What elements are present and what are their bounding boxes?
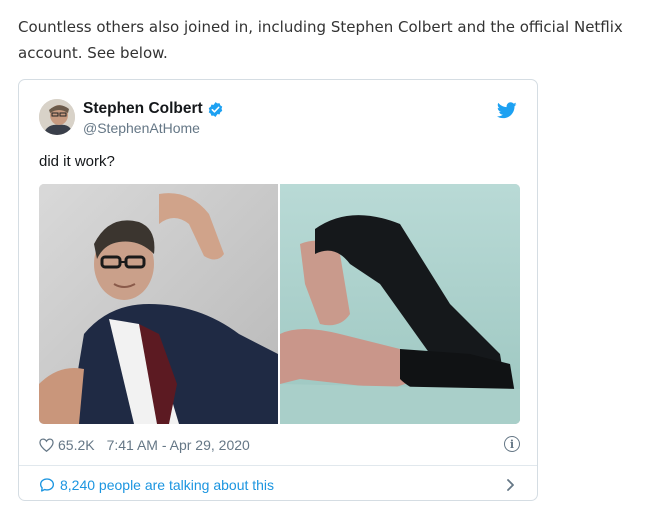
like-count[interactable]: 65.2K <box>58 437 95 453</box>
tweet-text: did it work? <box>39 153 115 170</box>
tweet-meta-row: 65.2K 7:41 AM - Apr 29, 2020 i <box>39 435 520 455</box>
talking-about-link[interactable]: 8,240 people are talking about this <box>39 475 520 495</box>
talking-about-text[interactable]: 8,240 people are talking about this <box>60 477 274 493</box>
tweet-photo-left[interactable] <box>39 184 278 424</box>
twitter-bird-icon[interactable] <box>496 102 517 119</box>
chevron-right-icon[interactable] <box>506 477 516 493</box>
avatar[interactable] <box>39 99 75 135</box>
author-handle[interactable]: @StephenAtHome <box>83 120 200 136</box>
tweet-timestamp[interactable]: 7:41 AM - Apr 29, 2020 <box>107 437 250 453</box>
tweet-media[interactable] <box>39 184 520 424</box>
tweet-photo-right[interactable] <box>280 184 520 424</box>
author-name-row[interactable]: Stephen Colbert <box>83 100 224 118</box>
info-icon[interactable]: i <box>504 436 520 452</box>
verified-badge-icon <box>207 101 224 118</box>
heart-icon[interactable] <box>39 438 54 453</box>
author-display-name[interactable]: Stephen Colbert <box>83 100 203 118</box>
speech-bubble-icon <box>39 477 55 493</box>
card-divider <box>19 465 537 466</box>
embedded-tweet-card[interactable]: Stephen Colbert @StephenAtHome did it wo… <box>18 79 538 501</box>
article-paragraph: Countless others also joined in, includi… <box>18 18 623 62</box>
